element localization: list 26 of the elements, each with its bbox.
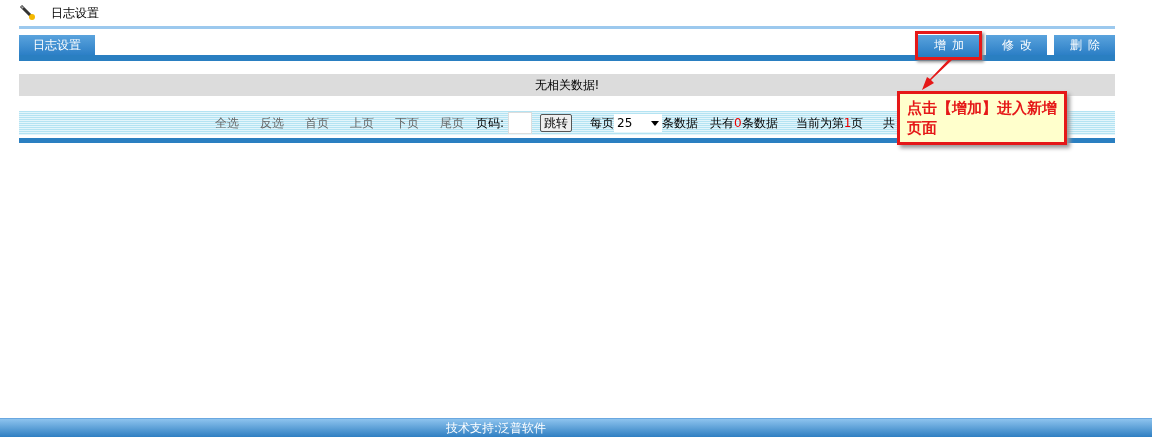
page-input[interactable] (508, 112, 533, 134)
page-label: 页码: (476, 114, 505, 132)
arrow-icon (919, 58, 955, 92)
footer-text: 技术支持:泛普软件 (445, 419, 546, 437)
toolbar-button[interactable]: 删除 (1054, 35, 1115, 55)
page-title: 日志设置 (51, 4, 99, 22)
empty-message: 无相关数据! (19, 74, 1115, 96)
jump-button[interactable]: 跳转 (540, 114, 573, 132)
pen-icon (19, 4, 37, 22)
toolbar-button[interactable]: 增加 (918, 35, 979, 55)
section-tab[interactable]: 日志设置 (19, 35, 95, 55)
current-page: 当前为第1页 (795, 114, 864, 132)
per-page-suffix: 条数据 (662, 114, 699, 132)
toolbar-button[interactable]: 修改 (986, 35, 1047, 55)
pager-link[interactable]: 下页 (395, 114, 419, 132)
summary-text: 共 (883, 114, 896, 132)
per-page-select[interactable]: 25 (614, 114, 663, 132)
pager-link[interactable]: 全选 (215, 114, 239, 132)
pager-link[interactable]: 尾页 (440, 114, 464, 132)
pager-link[interactable]: 上页 (350, 114, 374, 132)
per-page-label: 每页 (590, 114, 615, 132)
total-count: 共有0条数据 (710, 114, 778, 132)
caret-icon (651, 120, 660, 126)
pager-link[interactable]: 反选 (260, 114, 284, 132)
pager-link[interactable]: 首页 (305, 114, 329, 132)
callout-note: 点击【增加】进入新增页面 (897, 91, 1067, 145)
